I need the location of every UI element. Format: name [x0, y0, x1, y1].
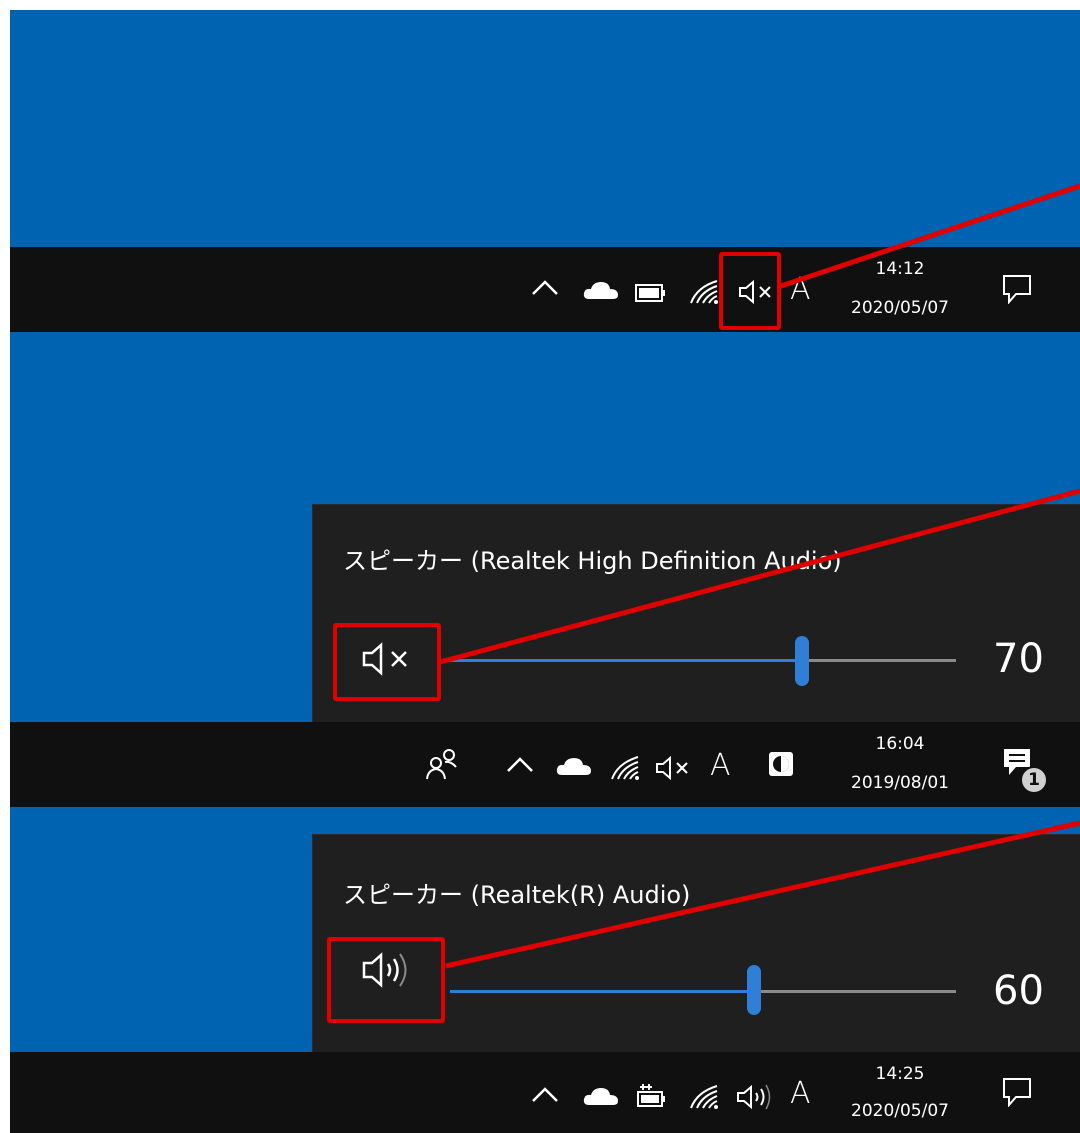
taskbar-2: A 16:04 2019/08/01 1	[10, 722, 1080, 807]
onedrive-cloud-icon[interactable]	[583, 279, 619, 301]
volume-slider-fill	[450, 990, 754, 993]
desktop-background-1	[10, 10, 1080, 247]
onedrive-cloud-icon[interactable]	[583, 1085, 619, 1107]
battery-icon[interactable]	[635, 284, 667, 302]
app-tray-icon[interactable]	[768, 751, 794, 777]
volume-flyout-2: スピーカー (Realtek High Definition Audio) 70	[313, 505, 1080, 723]
mute-button-highlight	[333, 623, 441, 701]
onedrive-cloud-icon[interactable]	[556, 755, 592, 777]
volume-value: 60	[993, 968, 1044, 1014]
clock-date[interactable]: 2020/05/07	[835, 298, 965, 318]
battery-charging-icon[interactable]	[635, 1083, 669, 1109]
clock-date[interactable]: 2019/08/01	[835, 773, 965, 793]
volume-slider-thumb[interactable]	[747, 965, 761, 1015]
volume-flyout-3: スピーカー (Realtek(R) Audio) 60	[313, 835, 1080, 1053]
people-icon[interactable]	[425, 747, 459, 781]
taskbar-3: A 14:25 2020/05/07	[10, 1052, 1080, 1133]
ime-indicator[interactable]: A	[710, 748, 731, 783]
clock-date[interactable]: 2020/05/07	[835, 1101, 965, 1121]
device-name[interactable]: スピーカー (Realtek High Definition Audio)	[343, 541, 842, 576]
chevron-up-icon[interactable]	[505, 754, 535, 774]
volume-slider-track[interactable]	[450, 990, 956, 993]
volume-slider-fill	[448, 659, 803, 662]
taskbar-1: A 14:12 2020/05/07	[10, 247, 1080, 332]
ime-indicator[interactable]: A	[790, 1076, 811, 1111]
action-center-icon[interactable]	[1002, 1077, 1032, 1107]
speaker-button-highlight	[327, 937, 445, 1023]
muted-icon-highlight	[719, 252, 781, 330]
device-name[interactable]: スピーカー (Realtek(R) Audio)	[343, 875, 690, 910]
wifi-icon[interactable]	[608, 753, 644, 781]
volume-slider-track[interactable]	[448, 659, 956, 662]
clock-time[interactable]: 14:25	[835, 1064, 965, 1084]
speaker-muted-icon[interactable]	[655, 755, 695, 781]
volume-slider-thumb[interactable]	[795, 636, 809, 686]
wifi-icon[interactable]	[687, 277, 723, 305]
chevron-up-icon[interactable]	[530, 277, 560, 297]
chevron-up-icon[interactable]	[530, 1084, 560, 1104]
clock-time[interactable]: 16:04	[835, 734, 965, 754]
volume-value: 70	[993, 636, 1044, 682]
clock-time[interactable]: 14:12	[835, 259, 965, 279]
notification-count: 1	[1028, 770, 1040, 790]
action-center-icon[interactable]	[1002, 274, 1032, 304]
notification-badge: 1	[1020, 766, 1048, 794]
wifi-icon[interactable]	[687, 1082, 723, 1110]
speaker-icon[interactable]	[736, 1083, 780, 1111]
ime-indicator[interactable]: A	[790, 272, 811, 307]
